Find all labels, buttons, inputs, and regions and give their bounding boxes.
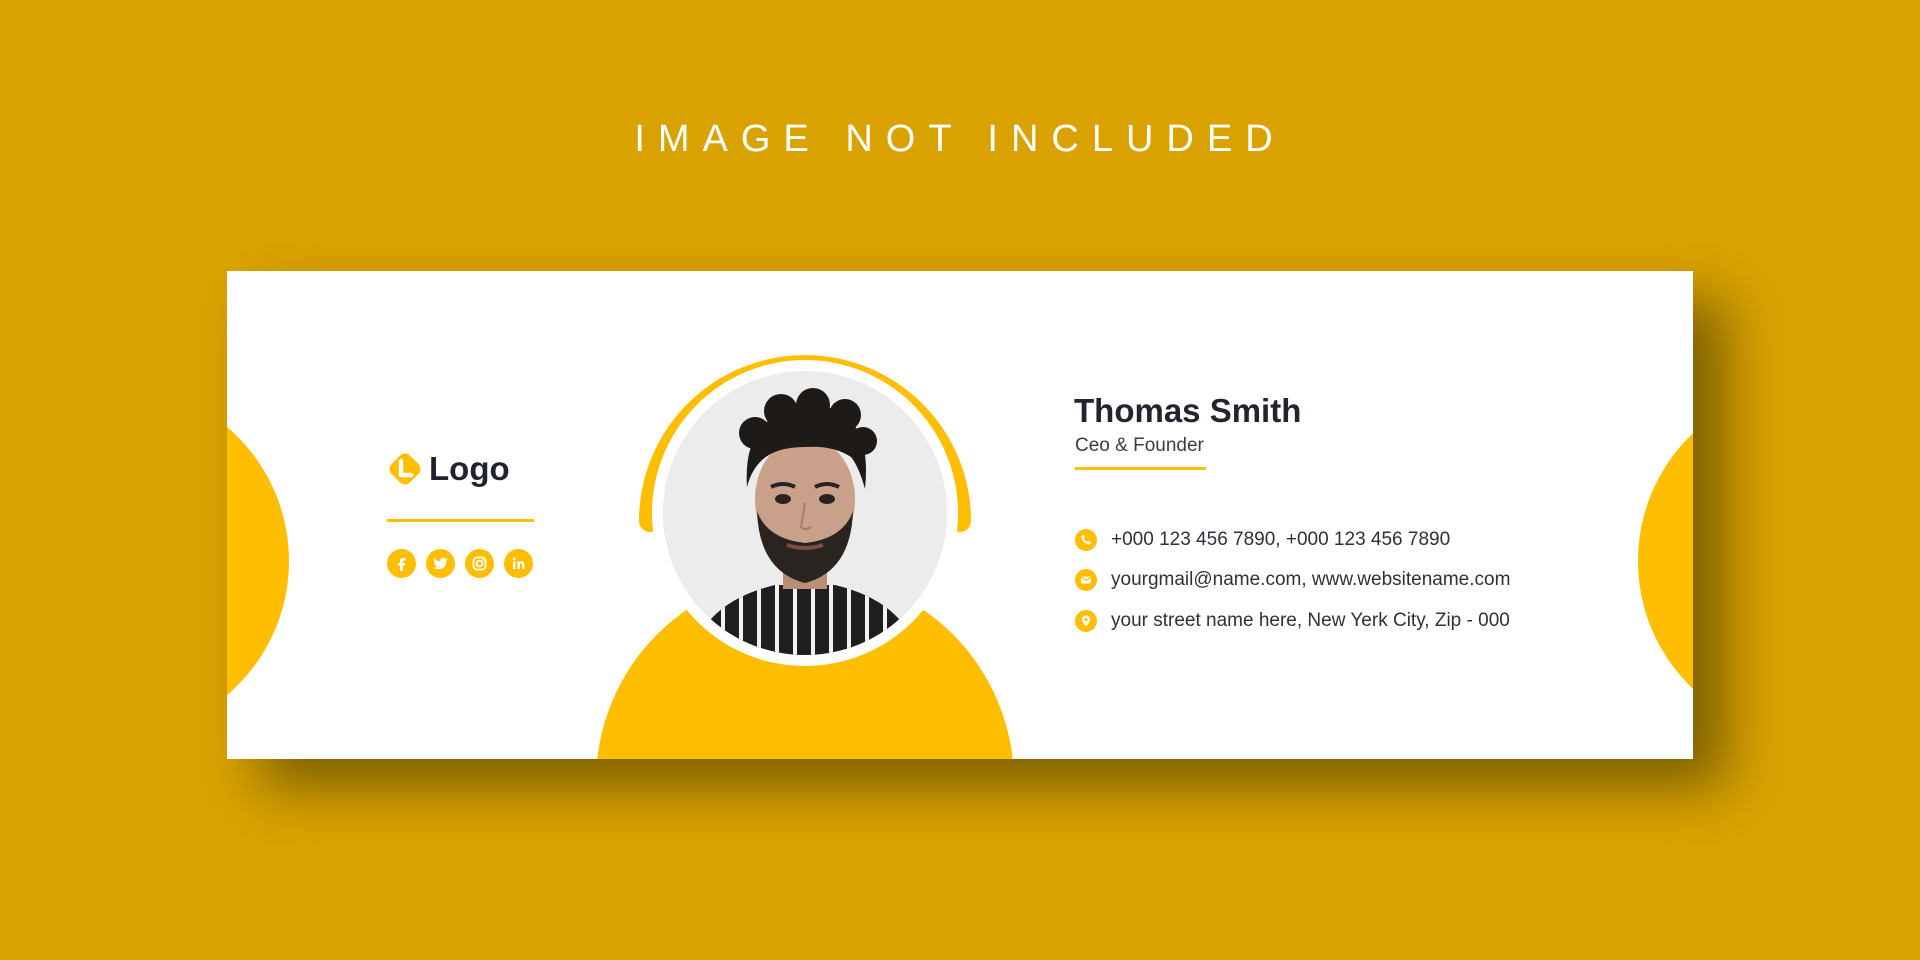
logo-divider	[387, 519, 534, 522]
person-portrait-image	[663, 371, 947, 655]
location-icon	[1075, 610, 1097, 632]
contact-row-email: yourgmail@name.com, www.websitename.com	[1075, 569, 1510, 591]
email-text: yourgmail@name.com, www.websitename.com	[1111, 569, 1511, 590]
linkedin-icon[interactable]	[504, 549, 533, 578]
banner-text: IMAGE NOT INCLUDED	[634, 118, 1286, 160]
phone-icon	[1075, 529, 1097, 551]
facebook-icon[interactable]	[387, 549, 416, 578]
logo-text: Logo	[429, 450, 510, 487]
email-icon	[1075, 569, 1097, 591]
person-name: Thomas Smith	[1074, 392, 1302, 429]
photo-arc	[639, 355, 971, 532]
contact-row-address: your street name here, New Yerk City, Zi…	[1075, 610, 1510, 632]
address-text: your street name here, New Yerk City, Zi…	[1111, 610, 1510, 631]
person-role: Ceo & Founder	[1075, 435, 1204, 456]
logo: Logo	[386, 450, 510, 488]
instagram-icon[interactable]	[465, 549, 494, 578]
logo-mark-icon	[389, 453, 421, 485]
twitter-icon[interactable]	[426, 549, 455, 578]
profile-photo	[663, 371, 947, 655]
role-divider	[1075, 467, 1206, 470]
email-signature-card: Logo Thomas Smith Ceo & Founder +000 123…	[227, 271, 1693, 759]
contact-row-phone: +000 123 456 7890, +000 123 456 7890	[1075, 529, 1450, 551]
social-links	[387, 549, 543, 578]
phone-text: +000 123 456 7890, +000 123 456 7890	[1111, 529, 1451, 550]
